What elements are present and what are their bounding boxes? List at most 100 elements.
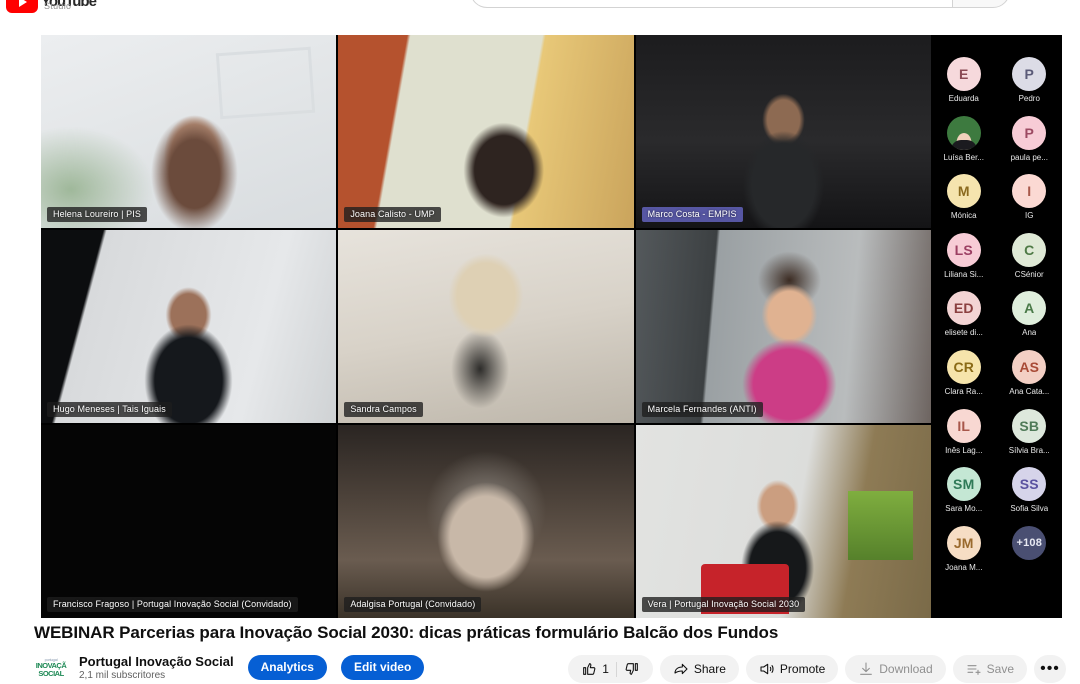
video-tile-marco[interactable]: Marco Costa - EMPIS (635, 35, 931, 228)
avatar-initials: ED (946, 291, 981, 326)
avatar-text: P (1024, 124, 1035, 141)
participant-name: paula pe... (1010, 152, 1048, 162)
download-button[interactable]: Download (845, 655, 946, 683)
participant-item[interactable]: A Ana (998, 291, 1060, 350)
avatar-initials: A (1012, 291, 1047, 326)
video-tile-hugo[interactable]: Hugo Meneses | Tais Iguais (41, 230, 337, 423)
participant-item[interactable]: P Pedro (998, 57, 1060, 116)
participant-item[interactable]: Luísa Ber... (933, 115, 995, 175)
participant-item[interactable]: I IG (998, 174, 1060, 233)
channel-info: Portugal Inovação Social 2,1 mil subscri… (79, 653, 234, 682)
participant-item[interactable]: CR Clara Ra... (933, 349, 995, 409)
avatar-initials: E (946, 57, 981, 91)
participant-name: Clara Ra... (944, 386, 983, 396)
participant-item[interactable]: Ppaula pe... (998, 115, 1060, 175)
avatar-text: AS (1019, 358, 1040, 375)
participant-sidebar[interactable]: E Eduarda P Pedro Luísa Ber... Ppaula pe... M M… (931, 35, 1062, 618)
webcam-feed (41, 230, 337, 423)
avatar-initials: P (1012, 57, 1047, 91)
participant-item[interactable]: M Mónica (933, 174, 995, 233)
avatar-initials: M (946, 174, 981, 209)
avatar-initials: P (1012, 115, 1047, 150)
participant-name: Ana (1022, 328, 1037, 338)
edit-video-button[interactable]: Edit video (340, 654, 425, 680)
youtube-play-icon (6, 0, 38, 13)
participant-name: elisete di... (944, 328, 983, 338)
participant-name: Inês Lag... (945, 445, 983, 455)
avatar-initials: CR (946, 349, 981, 384)
participant-name: Joana M... (945, 562, 983, 572)
video-tile-joana[interactable]: Joana Calisto - UMP (338, 35, 634, 228)
video-tile-adalgisa[interactable]: Adalgisa Portugal (Convidado) (338, 425, 634, 618)
channel-avatar[interactable]: portugal INOVAÇÃ SOCIAL (34, 650, 68, 684)
video-tile-sandra[interactable]: Sandra Campos (338, 230, 634, 423)
analytics-button[interactable]: Analytics (247, 654, 327, 680)
participant-item[interactable]: SB Sílvia Bra... (998, 408, 1060, 468)
participant-video-grid: Helena Loureiro | PIS Joana Calisto - UM… (41, 35, 931, 618)
promote-button[interactable]: Promote (745, 655, 839, 683)
webcam-feed (635, 35, 931, 228)
webcam-feed (338, 230, 634, 423)
participant-item[interactable]: E Eduarda (933, 57, 995, 116)
subscriber-count: 2,1 mil subscritores (79, 669, 166, 681)
avatar-text: IL (957, 417, 971, 434)
avatar-text: E (958, 66, 969, 82)
more-horizontal-icon: ••• (1040, 660, 1060, 677)
tile-name-label: Francisco Fragoso | Portugal Inovação So… (47, 597, 298, 612)
participant-item[interactable]: LS Liliana Si... (933, 232, 995, 292)
participant-name: Mónica (950, 211, 977, 221)
channel-logo-line3: SOCIAL (38, 668, 64, 678)
participant-item[interactable]: AS Ana Cata... (998, 349, 1060, 409)
participant-item[interactable]: ED elisete di... (933, 291, 995, 350)
share-button[interactable]: Share (659, 655, 739, 683)
video-tile-vera[interactable]: Vera | Portugal Inovação Social 2030 (635, 425, 931, 618)
video-tile-marcela[interactable]: Marcela Fernandes (ANTI) (635, 230, 931, 423)
participant-item[interactable]: JM Joana M... (933, 525, 995, 585)
avatar-text: SB (1019, 417, 1040, 434)
tile-name-label: Adalgisa Portugal (Convidado) (344, 597, 482, 612)
participant-item[interactable]: SS Sofia Silva (998, 467, 1060, 526)
webcam-feed-off (41, 425, 337, 618)
tile-name-label: Vera | Portugal Inovação Social 2030 (641, 597, 806, 612)
participant-item[interactable]: SM Sara Mo... (933, 467, 995, 526)
save-button[interactable]: Save (952, 655, 1027, 683)
avatar-text: I (1027, 183, 1032, 200)
video-action-bar: 1 Share Promote Download Save ••• (568, 655, 1066, 683)
avatar-text: LS (954, 241, 973, 258)
webcam-feed (41, 35, 337, 228)
avatar-initials: JM (946, 525, 981, 560)
participant-item[interactable]: C CSénior (998, 232, 1060, 292)
participant-item[interactable]: +108 (998, 525, 1060, 585)
tile-name-label: Marcela Fernandes (ANTI) (641, 402, 763, 417)
participant-name: CSénior (1014, 269, 1044, 279)
avatar-text: ED (953, 300, 974, 317)
tile-name-label: Joana Calisto - UMP (344, 207, 441, 222)
like-count: 1 (602, 662, 609, 676)
avatar-initials: SB (1012, 408, 1047, 443)
more-actions-button[interactable]: ••• (1034, 655, 1066, 683)
search-button[interactable] (952, 0, 1010, 8)
video-tile-francisco[interactable]: Francisco Fragoso | Portugal Inovação So… (41, 425, 337, 618)
youtube-masthead: YouTube Studio (0, 0, 1080, 14)
search-input[interactable] (470, 0, 952, 8)
avatar-text: M (957, 183, 970, 200)
overflow-count-badge: +108 (1012, 525, 1047, 560)
like-dislike-group[interactable]: 1 (568, 655, 653, 683)
video-player[interactable]: Helena Loureiro | PIS Joana Calisto - UM… (41, 35, 1062, 618)
webcam-feed (338, 425, 634, 618)
avatar-initials: C (1012, 232, 1047, 267)
participant-name: Pedro (1018, 94, 1040, 103)
tile-name-label-speaking: Marco Costa - EMPIS (641, 207, 743, 222)
tile-name-label: Hugo Meneses | Tais Iguais (47, 402, 172, 417)
promote-label: Promote (779, 662, 826, 676)
avatar-initials: LS (946, 232, 981, 267)
action-divider (615, 661, 617, 677)
avatar-text: SM (953, 476, 975, 493)
search-bar[interactable] (470, 0, 1010, 8)
participant-name: Sílvia Bra... (1008, 445, 1050, 455)
channel-name[interactable]: Portugal Inovação Social (79, 653, 234, 670)
participant-item[interactable]: IL Inês Lag... (933, 408, 995, 468)
video-tile-helena[interactable]: Helena Loureiro | PIS (41, 35, 337, 228)
participant-name: Luísa Ber... (943, 152, 984, 162)
avatar-text: JM (953, 534, 974, 551)
